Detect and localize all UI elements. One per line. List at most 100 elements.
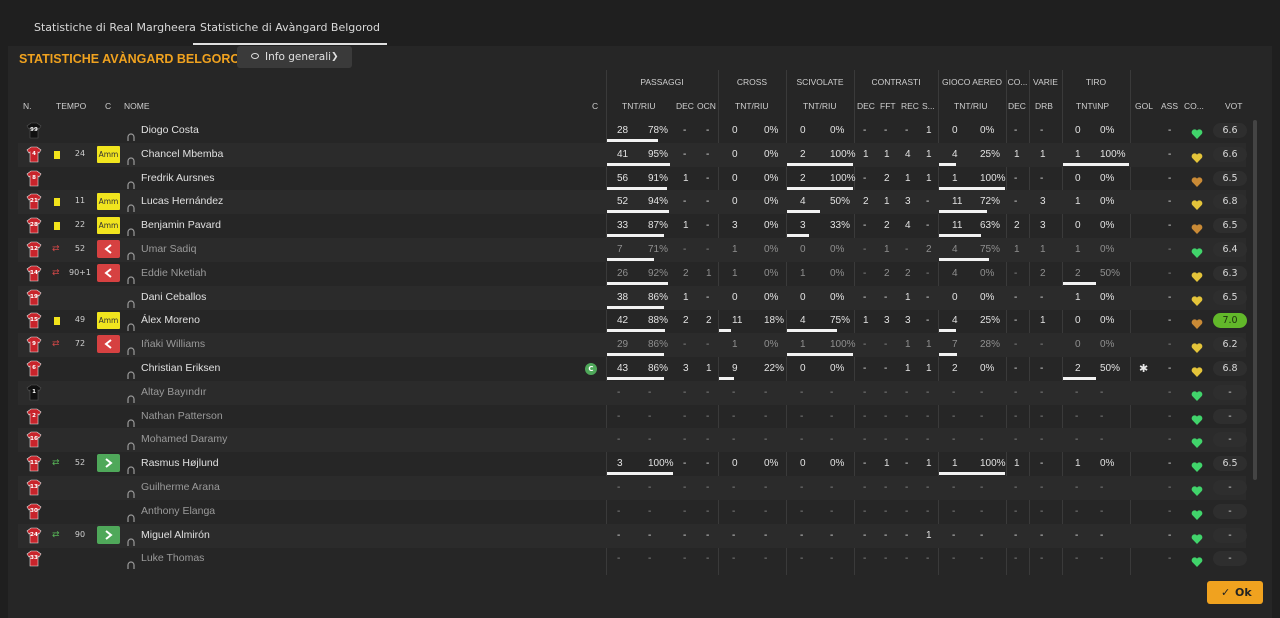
player-name[interactable]: Lucas Hernández xyxy=(141,195,223,207)
table-scrollbar[interactable] xyxy=(1253,120,1257,480)
player-name[interactable]: Christian Eriksen xyxy=(141,362,220,374)
table-row[interactable]: 33 Luke Thomas - - - - - - - - - - - - - - - - - - - - xyxy=(18,547,1247,571)
passes-attempted: 52 xyxy=(617,196,629,208)
column-header-tiro-tnt[interactable]: TNT\INP xyxy=(1076,101,1109,111)
co-dec: - xyxy=(1014,410,1018,422)
player-name[interactable]: Luke Thomas xyxy=(141,552,204,564)
contrasti-rec: 4 xyxy=(905,220,911,232)
table-row[interactable]: 19 Dani Ceballos 38 86% 1 - 0 0% 0 0% - - 1 - 0 0% - - 1 0%… xyxy=(18,285,1247,310)
assists: - xyxy=(1168,339,1172,351)
column-header-cross-tnt[interactable]: TNT/RIU xyxy=(735,101,769,111)
player-name[interactable]: Rasmus Højlund xyxy=(141,457,219,469)
table-row[interactable]: 8 Fredrik Aursnes 56 91% 1-0 0% 2 100% -2 1 1 1 100%… xyxy=(18,167,1247,191)
aerial-completion: 0% xyxy=(980,363,995,374)
column-header-pass-tnt[interactable]: TNT/RIU xyxy=(622,101,656,111)
column-header-gol[interactable]: GOL xyxy=(1135,101,1153,111)
co-dec: - xyxy=(1014,505,1018,517)
player-name[interactable]: Nathan Patterson xyxy=(141,410,223,422)
aerial-completion: 0% xyxy=(980,267,995,279)
table-row[interactable]: 4 24 Amm Chancel Mbemba 41 95% - -0 0% 2 100% 1 1 4 1 4… xyxy=(18,142,1247,167)
ok-button[interactable]: ✓ Ok xyxy=(1207,581,1263,604)
column-header-vote[interactable]: VOT xyxy=(1225,101,1242,111)
player-name[interactable]: Chancel Mbemba xyxy=(141,148,223,160)
shirt-number: 24 xyxy=(30,531,38,538)
player-name[interactable]: Altay Bayındır xyxy=(141,386,206,398)
captain-badge: C xyxy=(585,363,597,375)
column-header-pass-ocn[interactable]: OCN xyxy=(697,101,716,111)
player-name[interactable]: Álex Moreno xyxy=(141,314,200,326)
substitution-icon: ⇄ xyxy=(52,339,60,350)
player-name[interactable]: Umar Sadiq xyxy=(141,243,196,255)
player-name[interactable]: Miguel Almirón xyxy=(141,529,210,541)
view-selector-button[interactable]: Info generali ❯ xyxy=(237,46,352,68)
crosses-attempted: - xyxy=(732,482,736,493)
subbed-off-badge xyxy=(97,335,120,354)
column-header-contrasti-s[interactable]: S... xyxy=(922,101,935,111)
tab-avangard-stats[interactable]: Statistiche di Avàngard Belgorod xyxy=(193,0,387,45)
crosses-completion: - xyxy=(764,529,768,541)
assists: - xyxy=(1168,267,1172,279)
table-row[interactable]: 24 ⇄ 90 Miguel Almirón - - - - - - - - - - - 1 - - - - - - - - xyxy=(18,523,1247,548)
table-row[interactable]: 21 11 Amm Lucas Hernández 52 94% - -0 0% 4 50% 2 1 3-… xyxy=(18,190,1247,215)
table-row[interactable]: 28 22 Amm Benjamin Pavard 33 87% 1-3 0% 3 33% -2 4-… xyxy=(18,214,1247,238)
passes-completion: - xyxy=(648,434,652,446)
table-row[interactable]: 13 Guilherme Arana - - - - - - - - - - - - - - - - - - - - xyxy=(18,476,1247,500)
player-name[interactable]: Diogo Costa xyxy=(141,124,199,136)
column-header-contrasti-dec[interactable]: DEC xyxy=(857,101,875,111)
shots-on-target: 50% xyxy=(1100,363,1121,374)
column-header-number[interactable]: N. xyxy=(23,101,32,111)
contrasti-s: 1 xyxy=(926,363,932,374)
table-row[interactable]: 15 49 Amm Álex Moreno 42 88% 2 2 11 18% 4 75% 1 3 3 - 4 2… xyxy=(18,309,1247,333)
contrasti-s: 1 xyxy=(926,125,932,136)
table-row[interactable]: 11 ⇄ 52 Rasmus Højlund 3 100% - -0 0% 0 0% -1-1 1 100… xyxy=(18,452,1247,476)
table-row[interactable]: 12 ⇄ 52 Umar Sadiq 7 71% - - 1 0% 0 0% - 1 - 2 4 75% 1 1 1 0%… xyxy=(18,238,1247,262)
player-name[interactable]: Fredrik Aursnes xyxy=(141,172,215,184)
column-header-contrasti-rec[interactable]: REC xyxy=(901,101,919,111)
table-row[interactable]: 99 Diogo Costa 28 78% - - 0 0% 0 0% - - - 1 0 0% - - 0 0% - 6… xyxy=(18,119,1247,143)
table-row[interactable]: 6 Christian Eriksen C 43 86% 3 1 9 22% 0 0% - - 1 1 2 0%… xyxy=(18,357,1247,381)
player-name[interactable]: Guilherme Arana xyxy=(141,481,220,493)
passes-completion: 88% xyxy=(648,315,669,327)
column-header-captain[interactable]: C xyxy=(592,101,598,111)
completion-bar xyxy=(607,353,664,357)
contrasti-s: 1 xyxy=(926,172,932,184)
player-name[interactable]: Benjamin Pavard xyxy=(141,219,221,231)
column-header-pass-dec[interactable]: DEC xyxy=(676,101,694,111)
table-row[interactable]: 16 Mohamed Daramy - - - - - - - - - - - - - - - - - - - - xyxy=(18,428,1247,453)
player-name[interactable]: Iñaki Williams xyxy=(141,338,205,350)
player-shirt-icon: 28 xyxy=(26,217,42,234)
crosses-attempted: 0 xyxy=(732,291,738,303)
player-name[interactable]: Anthony Elanga xyxy=(141,505,215,517)
minute-label: 49 xyxy=(74,315,86,325)
crosses-attempted: - xyxy=(732,505,736,517)
contrasti-rec: - xyxy=(905,244,909,255)
column-header-contrasti-fft[interactable]: FFT xyxy=(880,101,896,111)
column-header-card[interactable]: C xyxy=(105,101,111,111)
column-header-co-dec[interactable]: DEC xyxy=(1008,101,1026,111)
condition-heart-icon xyxy=(1191,220,1203,235)
column-header-aereo-tnt[interactable]: TNT/RIU xyxy=(954,101,988,111)
co-dec: - xyxy=(1014,529,1018,541)
passes-chances: - xyxy=(706,434,710,446)
column-header-scivolate-tnt[interactable]: TNT/RIU xyxy=(803,101,837,111)
contrasti-dec: - xyxy=(863,434,867,446)
player-name[interactable]: Mohamed Daramy xyxy=(141,433,227,445)
match-rating: 6.6 xyxy=(1213,146,1247,162)
player-name[interactable]: Dani Ceballos xyxy=(141,291,206,303)
tab-real-margheera-stats[interactable]: Statistiche di Real Margheera xyxy=(34,0,196,44)
table-row[interactable]: 2 Nathan Patterson - - - - - - - - - - - - - - - - - - - - xyxy=(18,405,1247,429)
column-header-varie-drb[interactable]: DRB xyxy=(1035,101,1053,111)
table-row[interactable]: 30 Anthony Elanga - - - - - - - - - - - - - - - - - - - - xyxy=(18,500,1247,524)
column-header-ass[interactable]: ASS xyxy=(1161,101,1178,111)
player-name[interactable]: Eddie Nketiah xyxy=(141,267,206,279)
table-row[interactable]: 14 ⇄ 90+1 Eddie Nketiah 26 92% 2 1 1 0% 1 0% - 2 2 - 4 0%… xyxy=(18,262,1247,286)
column-header-tempo[interactable]: TEMPO xyxy=(56,101,86,111)
co-dec: - xyxy=(1014,125,1018,136)
person-icon xyxy=(127,269,135,284)
passes-decisive: - xyxy=(683,505,687,517)
table-row[interactable]: 1 Altay Bayındır - - - - - - - - - - - - - - - - - - - - xyxy=(18,380,1247,405)
aerial-attempted: - xyxy=(952,410,956,422)
table-row[interactable]: 9 ⇄ 72 Iñaki Williams 29 86% - -1 0% 1 100% - -1 1 7 28… xyxy=(18,333,1247,358)
column-header-condition[interactable]: CO... xyxy=(1184,101,1204,111)
column-header-name[interactable]: NOME xyxy=(124,101,150,111)
